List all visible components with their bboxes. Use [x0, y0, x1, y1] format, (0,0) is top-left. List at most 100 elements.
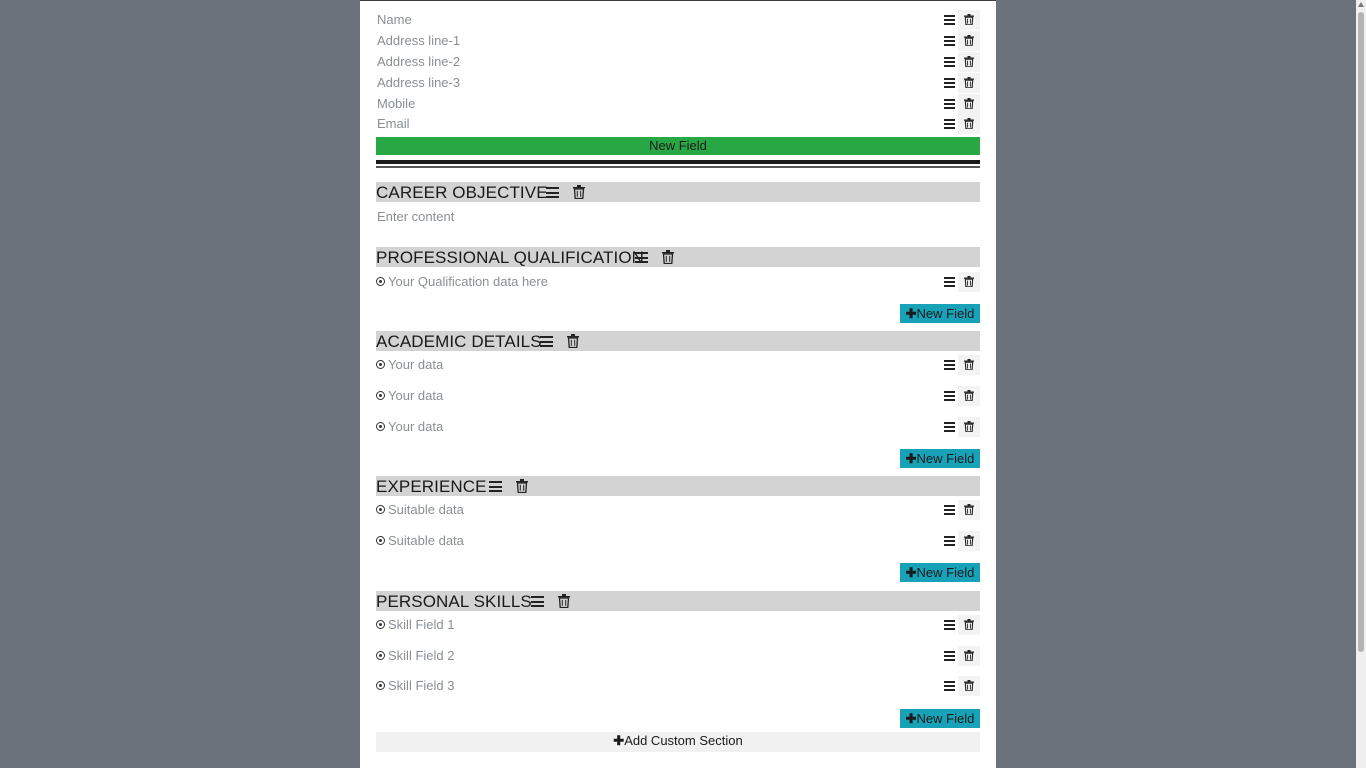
section-trash-icon[interactable]: [558, 594, 570, 608]
trash-icon[interactable]: [964, 14, 974, 25]
divider-thick: [376, 160, 980, 164]
list-item[interactable]: Your data: [376, 386, 980, 406]
item-placeholder[interactable]: Your data: [388, 386, 443, 406]
section-trash-icon[interactable]: [516, 479, 528, 493]
professional-new-field-button[interactable]: ✚New Field: [900, 304, 980, 323]
drag-handle-icon[interactable]: [944, 15, 955, 25]
section-trash-icon[interactable]: [567, 334, 579, 348]
trash-icon[interactable]: [964, 421, 974, 432]
section-title[interactable]: PROFESSIONAL QUALIFICATION: [376, 247, 644, 268]
list-item[interactable]: Your Qualification data here: [376, 272, 980, 292]
trash-icon[interactable]: [964, 680, 974, 691]
field-actions: [942, 94, 980, 114]
header-field-email[interactable]: Email: [376, 114, 980, 134]
section-drag-handle-icon[interactable]: [546, 187, 559, 198]
item-placeholder[interactable]: Skill Field 2: [388, 646, 454, 666]
academic-new-field-button[interactable]: ✚New Field: [900, 449, 980, 468]
trash-icon[interactable]: [964, 77, 974, 88]
list-item[interactable]: Skill Field 1: [376, 615, 980, 635]
drag-handle-icon[interactable]: [944, 360, 955, 370]
item-placeholder[interactable]: Your data: [388, 417, 443, 437]
field-placeholder[interactable]: Name: [377, 10, 412, 30]
trash-icon[interactable]: [964, 118, 974, 129]
item-placeholder[interactable]: Suitable data: [388, 531, 464, 551]
section-title[interactable]: CAREER OBJECTIVE: [376, 182, 548, 203]
item-placeholder[interactable]: Skill Field 3: [388, 676, 454, 696]
experience-new-field-button[interactable]: ✚New Field: [900, 563, 980, 582]
plus-icon: ✚: [905, 711, 917, 726]
list-item[interactable]: Skill Field 3: [376, 676, 980, 696]
field-placeholder[interactable]: Email: [377, 114, 410, 134]
bullet-icon: [376, 681, 385, 690]
scrollbar-thumb[interactable]: [1358, 12, 1364, 652]
trash-icon[interactable]: [964, 276, 974, 287]
field-placeholder[interactable]: Address line-2: [377, 52, 460, 72]
header-field-address-1[interactable]: Address line-1: [376, 31, 980, 51]
career-objective-content[interactable]: Enter content: [376, 207, 980, 227]
drag-handle-icon[interactable]: [944, 277, 955, 287]
drag-handle-icon[interactable]: [944, 681, 955, 691]
section-header-academic-details: ACADEMIC DETAILS: [376, 331, 980, 351]
header-field-address-2[interactable]: Address line-2: [376, 52, 980, 72]
header-new-field-button[interactable]: New Field: [376, 137, 980, 155]
section-header-professional-qualification: PROFESSIONAL QUALIFICATION: [376, 247, 980, 267]
skills-new-field-button[interactable]: ✚New Field: [900, 709, 980, 728]
content-placeholder[interactable]: Enter content: [377, 207, 454, 227]
field-actions: [942, 417, 980, 437]
section-trash-icon[interactable]: [662, 250, 674, 264]
field-placeholder[interactable]: Mobile: [377, 94, 415, 114]
section-title[interactable]: ACADEMIC DETAILS: [376, 331, 542, 352]
divider-thin: [376, 166, 980, 168]
scroll-up-arrow-icon[interactable]: [1358, 2, 1364, 7]
field-actions: [942, 615, 980, 635]
drag-handle-icon[interactable]: [944, 391, 955, 401]
button-label: New Field: [916, 711, 975, 726]
drag-handle-icon[interactable]: [944, 36, 955, 46]
section-trash-icon[interactable]: [573, 185, 585, 199]
header-field-mobile[interactable]: Mobile: [376, 94, 980, 114]
trash-icon[interactable]: [964, 619, 974, 630]
section-drag-handle-icon[interactable]: [489, 481, 502, 492]
drag-handle-icon[interactable]: [944, 119, 955, 129]
section-title[interactable]: EXPERIENCE: [376, 476, 487, 497]
vertical-scrollbar[interactable]: [1356, 0, 1366, 768]
field-actions: [942, 355, 980, 375]
bullet-icon: [376, 277, 385, 286]
trash-icon[interactable]: [964, 98, 974, 109]
add-custom-section-button[interactable]: ✚Add Custom Section: [376, 732, 980, 752]
trash-icon[interactable]: [964, 535, 974, 546]
section-title[interactable]: PERSONAL SKILLS: [376, 591, 532, 612]
list-item[interactable]: Suitable data: [376, 500, 980, 520]
section-drag-handle-icon[interactable]: [635, 252, 648, 263]
field-placeholder[interactable]: Address line-1: [377, 31, 460, 51]
field-placeholder[interactable]: Address line-3: [377, 73, 460, 93]
header-field-name[interactable]: Name: [376, 10, 980, 30]
list-item[interactable]: Skill Field 2: [376, 646, 980, 666]
drag-handle-icon[interactable]: [944, 620, 955, 630]
trash-icon[interactable]: [964, 390, 974, 401]
drag-handle-icon[interactable]: [944, 505, 955, 515]
drag-handle-icon[interactable]: [944, 57, 955, 67]
item-placeholder[interactable]: Your Qualification data here: [388, 272, 548, 292]
section-drag-handle-icon[interactable]: [540, 336, 553, 347]
trash-icon[interactable]: [964, 56, 974, 67]
drag-handle-icon[interactable]: [944, 99, 955, 109]
drag-handle-icon[interactable]: [944, 536, 955, 546]
item-placeholder[interactable]: Skill Field 1: [388, 615, 454, 635]
trash-icon[interactable]: [964, 35, 974, 46]
trash-icon[interactable]: [964, 504, 974, 515]
drag-handle-icon[interactable]: [944, 78, 955, 88]
trash-icon[interactable]: [964, 359, 974, 370]
section-header-experience: EXPERIENCE: [376, 476, 980, 496]
list-item[interactable]: Suitable data: [376, 531, 980, 551]
section-drag-handle-icon[interactable]: [531, 596, 544, 607]
trash-icon[interactable]: [964, 650, 974, 661]
item-placeholder[interactable]: Suitable data: [388, 500, 464, 520]
item-placeholder[interactable]: Your data: [388, 355, 443, 375]
header-field-address-3[interactable]: Address line-3: [376, 73, 980, 93]
list-item[interactable]: Your data: [376, 417, 980, 437]
drag-handle-icon[interactable]: [944, 422, 955, 432]
drag-handle-icon[interactable]: [944, 651, 955, 661]
field-actions: [942, 531, 980, 551]
list-item[interactable]: Your data: [376, 355, 980, 375]
